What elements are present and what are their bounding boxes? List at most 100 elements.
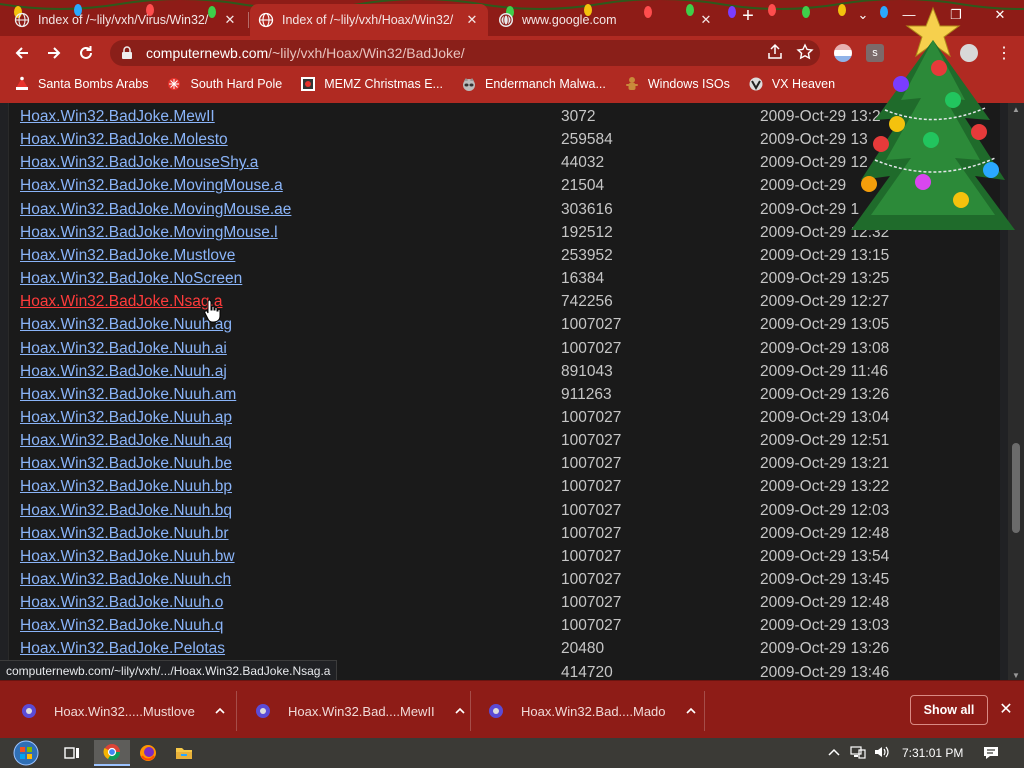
new-tab-button[interactable]: +	[738, 6, 758, 26]
file-size: 1007027	[561, 617, 622, 635]
address-bar[interactable]: computernewb.com/~lily/vxh/Hoax/Win32/Ba…	[110, 40, 820, 66]
volume-icon[interactable]	[874, 745, 890, 762]
file-link[interactable]: Hoax.Win32.BadJoke.Molesto	[20, 131, 228, 149]
file-link[interactable]: Hoax.Win32.BadJoke.MewII	[20, 108, 215, 126]
chevron-up-tray-icon[interactable]	[828, 746, 840, 760]
page-content: Hoax.Win32.BadJoke.MewII 3072 2009-Oct-29 …	[0, 98, 1024, 680]
tab-strip: Index of /~lily/vxh/Virus/Win32/ ✕ Index…	[0, 0, 1024, 36]
gingerbread-icon	[624, 76, 640, 92]
share-icon[interactable]	[766, 43, 784, 61]
bookmark-south-hard-pole[interactable]: South Hard Pole	[166, 76, 282, 92]
file-link[interactable]: Hoax.Win32.BadJoke.MovingMouse.ae	[20, 201, 291, 219]
file-size: 1007027	[561, 594, 622, 612]
file-link[interactable]: Hoax.Win32.BadJoke.Pelotas	[20, 640, 225, 658]
file-explorer-taskbar-icon[interactable]	[166, 740, 202, 766]
file-row: Hoax.Win32.BadJoke.Nuuh.ag 1007027 2009-Oc…	[20, 316, 980, 338]
file-link[interactable]: Hoax.Win32.BadJoke.Nuuh.ap	[20, 409, 232, 427]
file-link[interactable]: Hoax.Win32.BadJoke.Nuuh.aq	[20, 432, 232, 450]
chevron-up-icon[interactable]	[213, 704, 227, 718]
file-link[interactable]: Hoax.Win32.BadJoke.Nuuh.aj	[20, 363, 227, 381]
file-modified-date: 2009-Oct-29 13:45	[760, 571, 890, 588]
tab-title: www.google.com	[522, 13, 617, 27]
show-all-downloads-button[interactable]: Show all	[910, 695, 988, 725]
taskbar-clock[interactable]: 7:31:01 PM	[902, 746, 963, 760]
file-link[interactable]: Hoax.Win32.BadJoke.Nuuh.o	[20, 594, 223, 612]
minimize-button[interactable]: —	[897, 4, 921, 26]
file-link[interactable]: Hoax.Win32.BadJoke.Mustlove	[20, 247, 235, 265]
file-link[interactable]: Hoax.Win32.BadJoke.Nuuh.ch	[20, 571, 231, 589]
action-center-icon[interactable]	[974, 740, 1008, 766]
tab-search-chevron-icon[interactable]: ⌄	[851, 4, 875, 26]
file-link[interactable]: Hoax.Win32.BadJoke.Nsag.a	[20, 293, 222, 311]
file-link[interactable]: Hoax.Win32.BadJoke.Nuuh.bw	[20, 548, 235, 566]
vertical-scrollbar[interactable]: ▲ ▼	[1008, 103, 1024, 680]
bookmark-endermanch-malware[interactable]: Endermanch Malwa...	[461, 76, 606, 92]
app-file-icon	[489, 704, 503, 718]
bookmark-memz-christmas[interactable]: MEMZ Christmas E...	[300, 76, 443, 92]
task-view-icon[interactable]	[54, 740, 90, 766]
restore-button[interactable]: ❐	[944, 4, 968, 26]
file-row: Hoax.Win32.BadJoke.Nuuh.aq 1007027 2009-Oc…	[20, 432, 980, 454]
file-link[interactable]: Hoax.Win32.BadJoke.Nuuh.ag	[20, 316, 232, 334]
close-tab-icon[interactable]: ✕	[464, 12, 480, 28]
file-row: Hoax.Win32.BadJoke.MouseShy.a 44032 2009-O…	[20, 154, 980, 176]
file-link[interactable]: Hoax.Win32.BadJoke.Nuuh.am	[20, 386, 236, 404]
bookmark-vx-heaven[interactable]: VX Heaven	[748, 76, 835, 92]
bookmark-label: Endermanch Malwa...	[484, 77, 606, 91]
close-tab-icon[interactable]: ✕	[698, 12, 714, 28]
scrollbar-thumb[interactable]	[1012, 443, 1020, 533]
system-tray	[828, 738, 890, 768]
extension-s-icon[interactable]: s	[866, 44, 884, 62]
file-link[interactable]: Hoax.Win32.BadJoke.MouseShy.a	[20, 154, 258, 172]
file-link[interactable]: Hoax.Win32.BadJoke.Nuuh.be	[20, 455, 232, 473]
network-icon[interactable]	[850, 745, 866, 762]
star-bookmark-icon[interactable]	[796, 43, 814, 61]
tab-hoax-win32[interactable]: Index of /~lily/vxh/Hoax/Win32/ ✕	[250, 4, 488, 36]
download-item-mado[interactable]: Hoax.Win32.Bad....Mado	[487, 691, 698, 731]
lock-icon	[122, 46, 132, 59]
back-button[interactable]	[10, 41, 34, 65]
chevron-up-icon[interactable]	[684, 704, 698, 718]
scroll-down-arrow-icon[interactable]: ▼	[1011, 671, 1021, 680]
file-link[interactable]: Hoax.Win32.BadJoke.Nuuh.br	[20, 525, 229, 543]
file-size: 303616	[561, 200, 613, 218]
bookmark-santa-bombs-arabs[interactable]: Santa Bombs Arabs	[14, 76, 148, 92]
chrome-taskbar-icon[interactable]	[94, 740, 130, 766]
reload-button[interactable]	[74, 41, 98, 65]
file-link[interactable]: Hoax.Win32.BadJoke.Nuuh.ai	[20, 340, 227, 358]
tab-virus-win32[interactable]: Index of /~lily/vxh/Virus/Win32/ ✕	[6, 4, 246, 36]
close-tab-icon[interactable]: ✕	[222, 12, 238, 28]
close-window-button[interactable]: ✕	[988, 4, 1012, 26]
bookmark-label: Santa Bombs Arabs	[38, 77, 149, 91]
file-row: Hoax.Win32.BadJoke.Nuuh.q 1007027 2009-Oct…	[20, 617, 980, 639]
file-size: 891043	[561, 362, 613, 380]
flag-extension-icon[interactable]	[834, 44, 852, 62]
file-row: Hoax.Win32.BadJoke.Mustlove 253952 2009-Oc…	[20, 247, 980, 269]
file-link[interactable]: Hoax.Win32.BadJoke.Nuuh.bq	[20, 502, 232, 520]
download-item-mewii[interactable]: Hoax.Win32.Bad....MewII	[254, 691, 467, 731]
file-link[interactable]: Hoax.Win32.BadJoke.MovingMouse.l	[20, 224, 278, 242]
profile-avatar[interactable]	[960, 44, 978, 62]
file-modified-date: 2009-Oct-29 13:03	[760, 617, 890, 635]
file-modified-date: 2009-Oct-29 13:15	[760, 246, 890, 264]
scroll-up-arrow-icon[interactable]: ▲	[1011, 105, 1021, 115]
file-modified-date: 2009-Oct-29 13:26	[760, 640, 890, 658]
file-row: Hoax.Win32.BadJoke.Nuuh.o 1007027 2009-Oct…	[20, 594, 980, 616]
file-modified-date: 2009-Oct-29 12:48	[760, 594, 890, 612]
file-link[interactable]: Hoax.Win32.BadJoke.NoScreen	[20, 270, 242, 288]
tab-google[interactable]: www.google.com ✕	[490, 4, 722, 36]
firefox-taskbar-icon[interactable]	[130, 740, 166, 766]
browser-menu-icon[interactable]: ⋮	[992, 41, 1016, 65]
file-size: 1007027	[561, 455, 622, 473]
bookmark-windows-isos[interactable]: Windows ISOs	[624, 76, 730, 92]
file-link[interactable]: Hoax.Win32.BadJoke.Nuuh.bp	[20, 478, 232, 496]
chevron-up-icon[interactable]	[453, 704, 467, 718]
start-button-windows-icon[interactable]	[8, 740, 44, 766]
arrow-left-icon	[15, 47, 28, 59]
file-link[interactable]: Hoax.Win32.BadJoke.MovingMouse.a	[20, 177, 283, 195]
file-link[interactable]: Hoax.Win32.BadJoke.Nuuh.q	[20, 617, 223, 635]
close-download-shelf-icon[interactable]: ✕	[997, 701, 1015, 719]
download-item-mustlove[interactable]: Hoax.Win32.....Mustlove	[20, 691, 227, 731]
forward-button[interactable]	[42, 41, 66, 65]
file-modified-date: 2009-Oct-29 13:08	[760, 339, 890, 357]
